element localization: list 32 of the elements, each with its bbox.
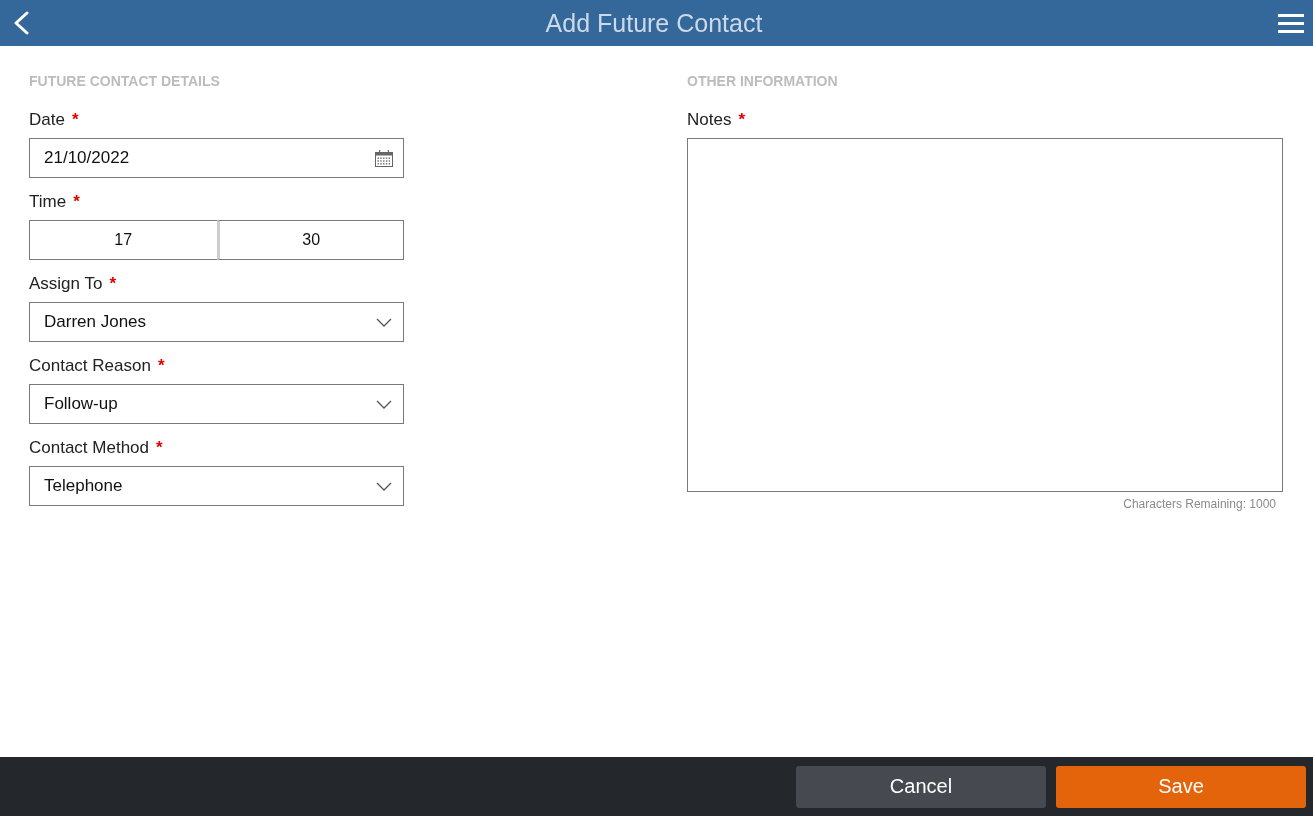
section-heading: FUTURE CONTACT DETAILS — [29, 73, 221, 89]
cancel-button[interactable]: Cancel — [796, 765, 1046, 808]
chevron-down-icon — [376, 317, 392, 327]
date-field[interactable]: 21/10/2022 — [29, 138, 404, 178]
field-label: Assign To — [29, 273, 103, 295]
back-button[interactable] — [12, 11, 30, 35]
required-mark: * — [109, 273, 117, 295]
chevron-down-icon — [376, 481, 392, 491]
calendar-icon — [375, 149, 393, 167]
required-mark: * — [71, 109, 79, 131]
character-counter: Characters Remaining: 1000 — [1122, 497, 1277, 511]
required-mark: * — [156, 437, 163, 459]
hour-field[interactable]: 17 — [29, 220, 217, 260]
dropdown-field[interactable]: Follow-up — [29, 384, 404, 424]
chevron-left-icon — [12, 11, 30, 35]
field-label: Notes — [687, 109, 732, 131]
required-mark: * — [157, 355, 165, 377]
page-title: Add Future Contact — [545, 8, 763, 38]
field-label: Time — [29, 191, 67, 213]
dropdown-field[interactable]: Darren Jones — [29, 302, 404, 342]
notes-field[interactable] — [687, 138, 1283, 492]
menu-icon — [1278, 13, 1304, 33]
dropdown-field[interactable]: Telephone — [29, 466, 404, 506]
menu-button[interactable] — [1278, 13, 1304, 33]
field-label: Contact Reason — [29, 355, 151, 377]
required-mark: * — [73, 191, 80, 213]
chevron-down-icon — [376, 399, 392, 409]
minute-field[interactable]: 30 — [216, 220, 404, 260]
field-label: Date — [29, 109, 65, 131]
required-mark: * — [738, 109, 746, 131]
field-label: Contact Method — [29, 437, 149, 459]
section-heading: OTHER INFORMATION — [687, 73, 839, 89]
